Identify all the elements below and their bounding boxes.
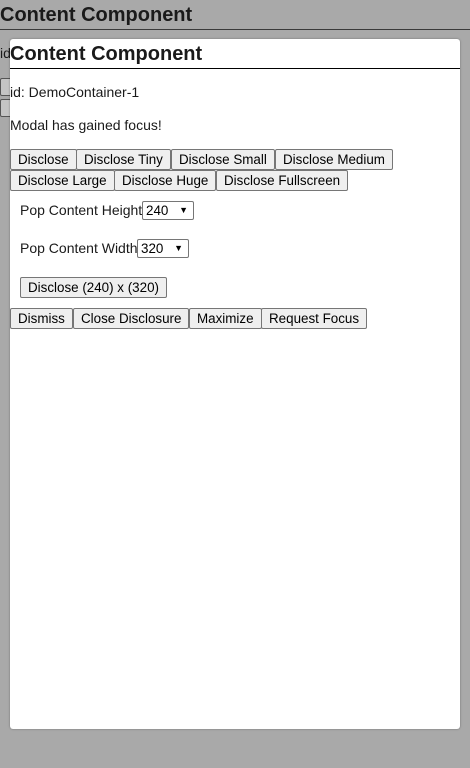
chevron-down-icon: ▼ [179,205,188,215]
pop-content-width-label: Pop Content Width [20,240,138,256]
modal-title: Content Component [10,39,460,69]
pop-content-height-select[interactable]: 240 ▼ [142,201,194,220]
disclose-tiny-button[interactable]: Disclose Tiny [76,149,171,170]
close-disclosure-button[interactable]: Close Disclosure [73,308,190,329]
chevron-down-icon: ▼ [174,243,183,253]
disclose-fullscreen-button[interactable]: Disclose Fullscreen [216,170,349,191]
disclose-medium-button[interactable]: Disclose Medium [275,149,393,170]
request-focus-button[interactable]: Request Focus [261,308,368,329]
disclose-button[interactable]: Disclose [10,149,77,170]
disclose-small-button[interactable]: Disclose Small [171,149,275,170]
background-title-divider [0,29,470,30]
focus-status-message: Modal has gained focus! [10,117,162,133]
pop-content-height-label: Pop Content Height [20,202,143,218]
modal-dialog: Content Component id: DemoContainer-1 Mo… [10,39,460,729]
disclose-custom-size-button[interactable]: Disclose (240) x (320) [20,277,167,298]
disclose-large-button[interactable]: Disclose Large [10,170,115,191]
dismiss-button[interactable]: Dismiss [10,308,73,329]
background-page-title: Content Component [0,4,193,26]
pop-content-width-value: 320 [141,241,164,256]
pop-content-height-value: 240 [146,203,169,218]
disclose-huge-button[interactable]: Disclose Huge [114,170,217,191]
pop-content-width-select[interactable]: 320 ▼ [137,239,189,258]
maximize-button[interactable]: Maximize [189,308,262,329]
container-id-text: id: DemoContainer-1 [10,84,140,100]
